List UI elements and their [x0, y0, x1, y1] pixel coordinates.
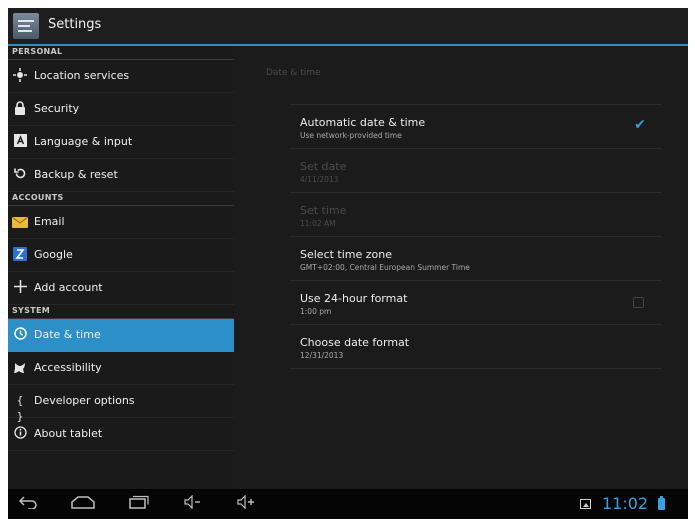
settings-sidebar: PERSONAL Location services Security Lang…	[8, 46, 234, 489]
pref-set-date: Set date 4/11/2013	[290, 148, 662, 192]
pref-title: Automatic date & time	[300, 116, 426, 129]
home-icon[interactable]	[70, 495, 96, 513]
sidebar-item-backup-reset[interactable]: Backup & reset	[8, 159, 234, 192]
email-icon	[11, 214, 29, 230]
sidebar-item-label: Date & time	[34, 328, 101, 341]
action-bar: Settings	[8, 8, 688, 46]
header-personal: PERSONAL	[8, 46, 234, 60]
lock-icon	[12, 101, 28, 117]
sidebar-item-language-input[interactable]: Language & input	[8, 126, 234, 159]
sidebar-item-developer-options[interactable]: { } Developer options	[8, 385, 234, 423]
header-system: SYSTEM	[8, 305, 234, 319]
back-icon[interactable]	[16, 495, 42, 513]
pref-summary: 12/31/2013	[300, 351, 344, 360]
pref-title: Set time	[300, 204, 347, 217]
pref-summary: 11:02 AM	[300, 219, 336, 228]
pref-summary: GMT+02:00, Central European Summer Time	[300, 263, 470, 272]
pref-automatic-date-time[interactable]: Automatic date & time Use network-provid…	[290, 104, 662, 148]
date-time-panel: Date & time Automatic date & time Use ne…	[234, 46, 688, 489]
pref-title: Set date	[300, 160, 347, 173]
accessibility-icon	[12, 360, 28, 376]
sidebar-item-label: Google	[34, 248, 73, 261]
sidebar-item-label: Add account	[34, 281, 103, 294]
pref-summary: 4/11/2013	[300, 175, 339, 184]
pref-summary: 1:00 pm	[300, 307, 332, 316]
status-clock[interactable]: 11:02	[602, 494, 648, 513]
sidebar-item-accessibility[interactable]: Accessibility	[8, 352, 234, 385]
check-icon[interactable]: ✔	[632, 117, 648, 133]
checkbox-unchecked[interactable]	[633, 297, 644, 308]
sidebar-item-email[interactable]: Email	[8, 206, 234, 239]
pref-title: Use 24-hour format	[300, 292, 408, 305]
sidebar-item-label: Language & input	[34, 135, 133, 148]
action-bar-title: Settings	[48, 17, 102, 32]
battery-icon	[658, 496, 665, 510]
settings-app-icon[interactable]	[13, 13, 39, 39]
sidebar-item-about-tablet[interactable]: About tablet	[8, 418, 234, 451]
navigation-bar: 11:02	[8, 489, 688, 519]
location-icon	[12, 68, 28, 84]
sidebar-item-label: Security	[34, 102, 80, 115]
section-title: Date & time	[266, 68, 321, 78]
pref-set-time: Set time 11:02 AM	[290, 192, 662, 236]
sidebar-item-label: Location services	[34, 69, 130, 82]
sidebar-item-google[interactable]: Google	[8, 239, 234, 272]
divider	[290, 368, 662, 369]
sidebar-item-add-account[interactable]: Add account	[8, 272, 234, 305]
header-accounts: ACCOUNTS	[8, 192, 234, 206]
sidebar-item-date-time[interactable]: Date & time	[8, 319, 234, 352]
sidebar-item-label: Developer options	[34, 394, 135, 407]
keyboard-icon	[12, 134, 28, 150]
tablet-screen: Settings PERSONAL Location services Secu…	[8, 8, 688, 519]
screenshot-notification-icon[interactable]	[580, 499, 591, 509]
pref-title: Choose date format	[300, 336, 410, 349]
clock-icon	[12, 327, 28, 343]
backup-icon	[12, 167, 28, 183]
pref-summary: Use network-provided time	[300, 131, 402, 140]
sidebar-item-location-services[interactable]: Location services	[8, 60, 234, 93]
sidebar-item-label: About tablet	[34, 427, 103, 440]
info-icon	[12, 426, 28, 442]
sidebar-item-security[interactable]: Security	[8, 93, 234, 126]
volume-up-icon[interactable]	[234, 494, 260, 513]
recent-apps-icon[interactable]	[126, 495, 152, 513]
sidebar-item-label: Email	[34, 215, 65, 228]
pref-24-hour-format[interactable]: Use 24-hour format 1:00 pm	[290, 280, 662, 324]
braces-icon: { }	[16, 394, 24, 423]
sidebar-item-label: Backup & reset	[34, 168, 118, 181]
plus-icon	[12, 280, 28, 296]
pref-select-time-zone[interactable]: Select time zone GMT+02:00, Central Euro…	[290, 236, 662, 280]
sidebar-item-label: Accessibility	[34, 361, 102, 374]
google-icon	[12, 247, 28, 263]
volume-down-icon[interactable]	[180, 494, 206, 513]
pref-title: Select time zone	[300, 248, 393, 261]
pref-choose-date-format[interactable]: Choose date format 12/31/2013	[290, 324, 662, 368]
